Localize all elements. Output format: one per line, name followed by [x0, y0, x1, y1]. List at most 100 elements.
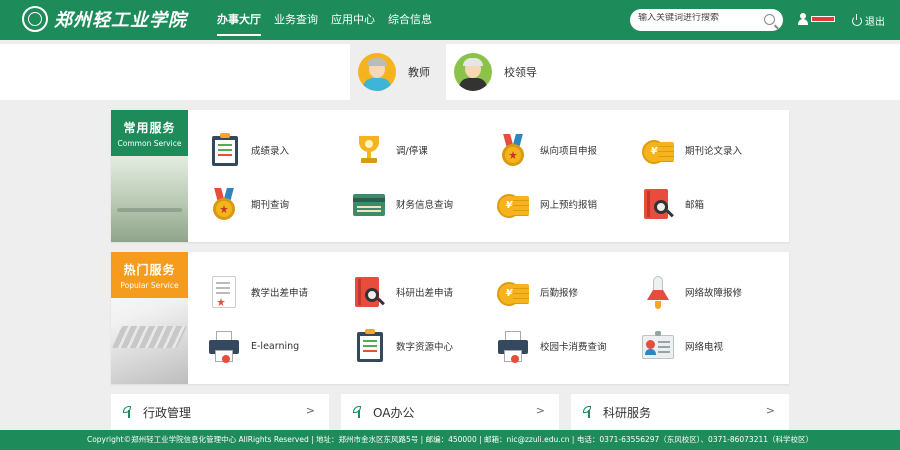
user-menu[interactable] [798, 13, 835, 25]
panel-side-banner: 常用服务 Common Service [111, 110, 188, 242]
school-seal-icon [22, 6, 48, 32]
service-label: 纵向项目申报 [540, 146, 598, 157]
service-label: 期刊查询 [251, 200, 290, 211]
service-logistics-repair[interactable]: ¥ 后勤报修 [495, 272, 635, 312]
role-tab-teacher[interactable]: 教师 [350, 44, 446, 100]
search-box [630, 9, 783, 31]
coins-icon: ¥ [495, 274, 531, 310]
rocket-icon [640, 274, 676, 310]
logo[interactable]: 郑州轻工业学院 [22, 6, 187, 32]
leader-avatar-icon [454, 53, 492, 91]
sprout-icon [583, 406, 595, 418]
nav-general-info[interactable]: 综合信息 [388, 0, 432, 40]
medal-icon [495, 132, 531, 168]
role-label: 教师 [408, 66, 430, 79]
panel-side-banner: 热门服务 Popular Service [111, 252, 188, 384]
nav-service-hall[interactable]: 办事大厅 [217, 0, 261, 40]
service-label: 网络电视 [685, 342, 724, 353]
banner-photo [117, 208, 182, 212]
clipboard-icon [206, 132, 242, 168]
panel-header: 热门服务 Popular Service [111, 252, 188, 298]
service-label: 成绩录入 [251, 146, 290, 157]
panel-header: 常用服务 Common Service [111, 110, 188, 156]
popular-services-panel: 热门服务 Popular Service 教学出差申请 科研出差申请 ¥ 后勤报… [111, 252, 789, 384]
sprout-icon [353, 406, 365, 418]
service-reimburse-booking[interactable]: ¥ 网上预约报销 [495, 184, 635, 224]
nav-business-query[interactable]: 业务查询 [274, 0, 318, 40]
chevron-right-icon[interactable]: > [766, 404, 775, 417]
printer-icon [206, 328, 242, 364]
nav-app-center[interactable]: 应用中心 [331, 0, 375, 40]
search-input[interactable] [638, 13, 758, 23]
panel-title: 常用服务 [123, 121, 176, 135]
panel-subtitle: Common Service [117, 139, 182, 148]
search-icon[interactable] [764, 14, 775, 25]
coins-icon: ¥ [640, 132, 676, 168]
service-label: 调/停课 [396, 146, 428, 157]
footer-text: Copyright©郑州轻工业学院信息化管理中心 AllRights Reser… [86, 435, 814, 444]
service-label: 期刊论文录入 [685, 146, 743, 157]
service-network-tv[interactable]: 网络电视 [640, 326, 780, 366]
card-title: 行政管理 [143, 405, 192, 420]
service-e-learning[interactable]: E-learning [206, 326, 346, 366]
service-class-adjust[interactable]: 调/停课 [351, 130, 491, 170]
service-label: 教学出差申请 [251, 288, 309, 299]
teacher-avatar-icon [358, 53, 396, 91]
service-label: 科研出差申请 [396, 288, 454, 299]
service-label: 网络故障报修 [685, 288, 743, 299]
role-tab-leader[interactable]: 校领导 [446, 44, 546, 100]
printer-icon [495, 328, 531, 364]
common-services-panel: 常用服务 Common Service 成绩录入 调/停课 纵向项目申报 ¥ 期… [111, 110, 789, 242]
medal-icon [206, 186, 242, 222]
main-nav: 办事大厅 业务查询 应用中心 综合信息 [217, 0, 445, 40]
footer: Copyright©郑州轻工业学院信息化管理中心 AllRights Reser… [0, 430, 900, 450]
panel-title: 热门服务 [123, 263, 176, 277]
banner-photo [111, 326, 188, 348]
service-mailbox[interactable]: 邮箱 [640, 184, 780, 224]
trophy-icon [351, 132, 387, 168]
service-label: 财务信息查询 [396, 200, 454, 211]
top-header: 郑州轻工业学院 办事大厅 业务查询 应用中心 综合信息 退出 [0, 0, 900, 40]
service-research-trip[interactable]: 科研出差申请 [351, 272, 491, 312]
logout-button[interactable]: 退出 [852, 13, 885, 28]
service-campus-card[interactable]: 校园卡消费查询 [495, 326, 635, 366]
sprout-icon [123, 406, 135, 418]
power-icon [852, 13, 862, 26]
school-name: 郑州轻工业学院 [54, 10, 187, 31]
card-title: 科研服务 [603, 405, 652, 420]
service-label: 后勤报修 [540, 288, 579, 299]
service-grid: 教学出差申请 科研出差申请 ¥ 后勤报修 网络故障报修 E-learning 数… [206, 268, 786, 378]
service-grade-entry[interactable]: 成绩录入 [206, 130, 346, 170]
service-label: 数字资源中心 [396, 342, 454, 353]
clipboard-icon [351, 328, 387, 364]
card-icon [351, 186, 387, 222]
service-label: 网上预约报销 [540, 200, 598, 211]
user-icon [798, 13, 808, 25]
chevron-right-icon[interactable]: > [306, 404, 315, 417]
card-research-services[interactable]: 科研服务 > [571, 394, 789, 430]
service-paper-entry[interactable]: ¥ 期刊论文录入 [640, 130, 780, 170]
id-badge-icon [640, 328, 676, 364]
logout-label: 退出 [865, 17, 885, 28]
service-label: 校园卡消费查询 [540, 342, 607, 353]
card-admin-management[interactable]: 行政管理 > [111, 394, 329, 430]
service-finance-query[interactable]: 财务信息查询 [351, 184, 491, 224]
role-selector: 教师 校领导 [0, 44, 900, 100]
service-digital-resources[interactable]: 数字资源中心 [351, 326, 491, 366]
service-grid: 成绩录入 调/停课 纵向项目申报 ¥ 期刊论文录入 期刊查询 财务信息查询 ¥ … [206, 126, 786, 236]
chevron-right-icon[interactable]: > [536, 404, 545, 417]
user-name-redacted [811, 16, 835, 22]
document-icon [206, 274, 242, 310]
role-label: 校领导 [504, 66, 537, 79]
service-project-apply[interactable]: 纵向项目申报 [495, 130, 635, 170]
service-journal-query[interactable]: 期刊查询 [206, 184, 346, 224]
service-label: 邮箱 [685, 200, 705, 211]
panel-subtitle: Popular Service [120, 281, 179, 290]
service-label: E-learning [251, 340, 300, 352]
coins-icon: ¥ [495, 186, 531, 222]
book-search-icon [640, 186, 676, 222]
card-oa-office[interactable]: OA办公 > [341, 394, 559, 430]
service-network-repair[interactable]: 网络故障报修 [640, 272, 780, 312]
book-search-icon [351, 274, 387, 310]
service-teaching-trip[interactable]: 教学出差申请 [206, 272, 346, 312]
